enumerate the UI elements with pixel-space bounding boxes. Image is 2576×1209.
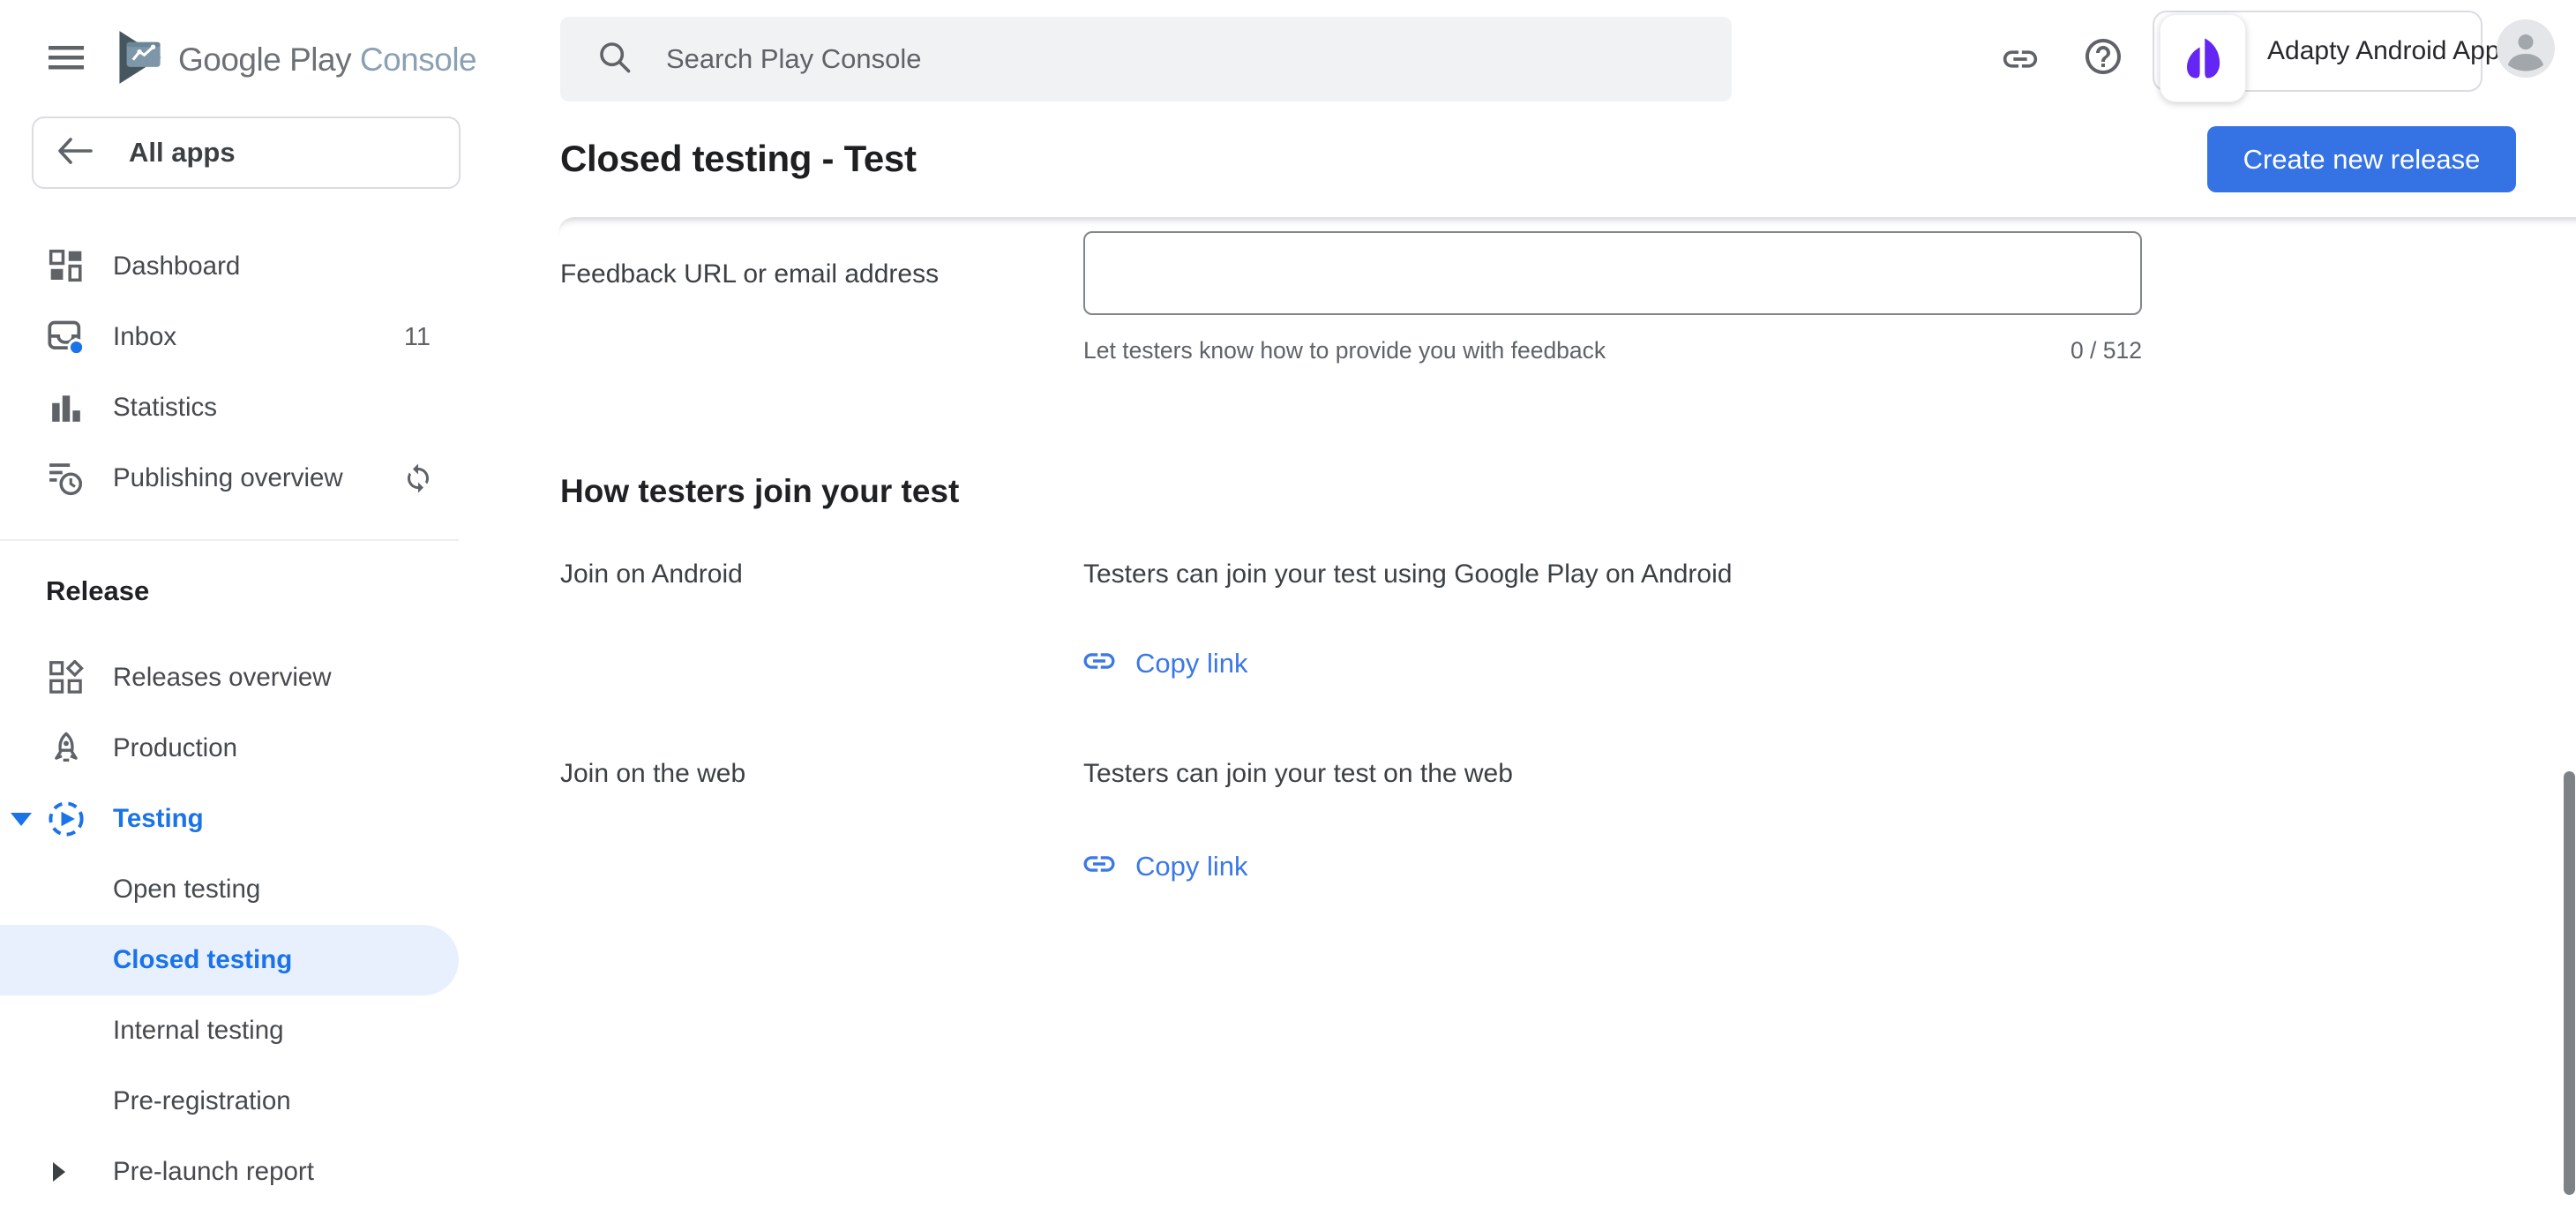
feedback-url-label: Feedback URL or email address [560, 259, 939, 289]
logo-text-google-play: Google Play [178, 41, 351, 78]
link-icon [1081, 642, 1118, 684]
sidebar-item-label: Open testing [113, 875, 260, 905]
sidebar-item-statistics[interactable]: Statistics [0, 372, 459, 443]
sidebar-item-label: Production [113, 733, 237, 763]
releases-overview-icon [46, 660, 86, 695]
all-apps-label: All apps [129, 137, 236, 169]
sidebar-item-label: Testing [113, 804, 204, 834]
chevron-down-icon[interactable] [11, 813, 32, 826]
sidebar-item-label: Internal testing [113, 1016, 284, 1046]
publishing-overview-icon [46, 460, 86, 497]
sidebar-item-label: Closed testing [113, 945, 292, 975]
sidebar-item-production[interactable]: Production [0, 713, 459, 784]
play-console-logo-icon [115, 28, 166, 91]
account-avatar[interactable] [2497, 19, 2555, 82]
search-placeholder: Search Play Console [666, 43, 922, 75]
preview-link-icon[interactable] [2000, 39, 2041, 84]
sidebar-item-open-testing[interactable]: Open testing [0, 854, 459, 925]
sidebar-item-label: Pre-launch report [113, 1157, 314, 1187]
sidebar-item-label: Inbox [113, 322, 176, 352]
sidebar-item-pre-launch-report[interactable]: Pre-launch report [0, 1137, 459, 1207]
adapty-app-icon [2160, 14, 2246, 102]
back-arrow-icon [56, 137, 94, 169]
sidebar-item-label: Publishing overview [113, 463, 343, 493]
sidebar-item-label: Releases overview [113, 663, 332, 693]
inbox-count-badge: 11 [404, 323, 431, 352]
join-web-label: Join on the web [560, 759, 745, 789]
sidebar-item-internal-testing[interactable]: Internal testing [0, 995, 459, 1066]
play-console-logo: Google Play Console [115, 28, 476, 91]
sidebar-item-testing[interactable]: Testing [0, 784, 459, 854]
inbox-icon [46, 318, 86, 357]
help-icon[interactable] [2082, 35, 2124, 82]
feedback-helper-row: Let testers know how to provide you with… [1083, 337, 2142, 364]
sidebar-section-release: Release [46, 575, 149, 607]
sidebar-divider [0, 539, 459, 541]
link-icon [1081, 845, 1118, 887]
copy-link-web[interactable]: Copy link [1081, 845, 1248, 887]
join-web-description: Testers can join your test on the web [1083, 759, 1513, 789]
logo-text-console: Console [360, 41, 476, 78]
sync-pending-icon [402, 462, 434, 494]
char-counter: 0 / 512 [2071, 337, 2142, 364]
create-new-release-button[interactable]: Create new release [2207, 126, 2516, 192]
vertical-scrollbar[interactable] [2564, 771, 2575, 1195]
app-selector[interactable]: Adapty Android App [2153, 11, 2482, 92]
join-android-description: Testers can join your test using Google … [1083, 559, 1732, 589]
sidebar-item-label: Dashboard [113, 252, 240, 282]
copy-link-label: Copy link [1135, 648, 1248, 680]
content-card: Feedback URL or email address Let tester… [558, 217, 2576, 1209]
logo-text: Google Play Console [178, 41, 476, 79]
app-selector-label: Adapty Android App [2267, 36, 2500, 66]
sidebar-item-label: Pre-registration [113, 1086, 291, 1116]
copy-link-android[interactable]: Copy link [1081, 642, 1248, 684]
rocket-icon [46, 731, 86, 766]
join-android-label: Join on Android [560, 559, 743, 589]
search-bar[interactable]: Search Play Console [560, 17, 1732, 101]
chevron-right-icon[interactable] [53, 1162, 65, 1182]
sidebar-item-inbox[interactable]: Inbox 11 [0, 302, 459, 372]
hamburger-menu-icon[interactable] [49, 46, 84, 75]
sidebar-item-releases-overview[interactable]: Releases overview [0, 642, 459, 713]
sidebar-item-closed-testing[interactable]: Closed testing [0, 925, 459, 995]
sidebar-item-label: Statistics [113, 393, 217, 423]
search-icon [597, 40, 633, 79]
all-apps-button[interactable]: All apps [32, 116, 461, 189]
copy-link-label: Copy link [1135, 851, 1248, 882]
testing-icon [46, 800, 86, 838]
sidebar-item-dashboard[interactable]: Dashboard [0, 231, 459, 302]
dashboard-icon [46, 249, 86, 284]
join-section-title: How testers join your test [560, 473, 959, 510]
feedback-helper-text: Let testers know how to provide you with… [1083, 337, 1606, 364]
bar-chart-icon [46, 391, 86, 424]
page-title: Closed testing - Test [560, 138, 917, 180]
sidebar-item-publishing-overview[interactable]: Publishing overview [0, 443, 459, 514]
feedback-url-input[interactable] [1083, 231, 2142, 315]
sidebar-item-pre-registration[interactable]: Pre-registration [0, 1066, 459, 1137]
